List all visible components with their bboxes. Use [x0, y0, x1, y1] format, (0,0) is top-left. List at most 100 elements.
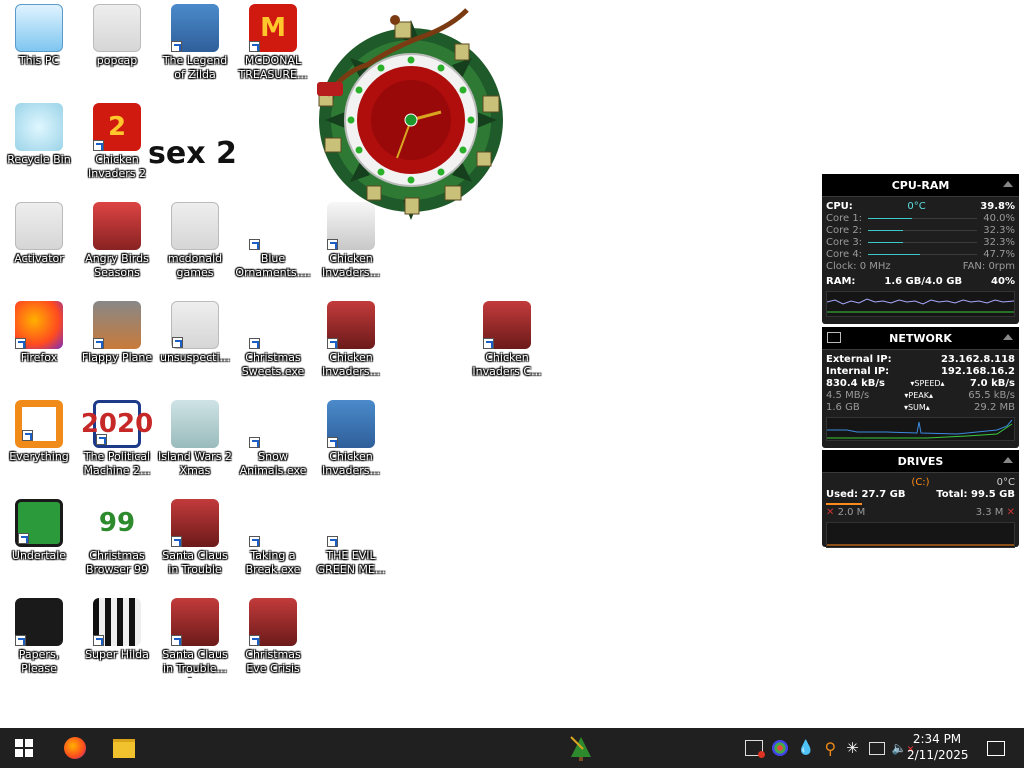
- shortcut-arrow-icon: [96, 434, 107, 445]
- shortcut-arrow-icon: [15, 635, 26, 646]
- core-percent: 40.0%: [983, 213, 1015, 224]
- sum-up: 29.2 MB: [974, 402, 1015, 413]
- desktop-icon[interactable]: Taking a Break.exe: [234, 495, 312, 591]
- speed-up: 7.0 kB/s: [969, 378, 1015, 389]
- chicken-invaders-icon: [327, 301, 375, 349]
- desktop-icon[interactable]: mcdonald games: [156, 198, 234, 294]
- desktop-icon[interactable]: Santa Claus in Trouble: [156, 495, 234, 591]
- icon-glyph-text: 2: [107, 112, 127, 142]
- desktop-icon[interactable]: Christmas Eve Crisis: [234, 594, 312, 690]
- collapse-caret-icon[interactable]: [1003, 334, 1013, 340]
- desktop-icon[interactable]: Blue Ornaments....: [234, 198, 312, 294]
- desktop-icon-label: Blue Ornaments....: [235, 252, 311, 279]
- desktop-icon[interactable]: Recycle Bin: [0, 99, 78, 195]
- network-header[interactable]: NETWORK: [822, 327, 1019, 350]
- taskbar-clock[interactable]: 2:34 PM 2/11/2025: [907, 731, 969, 763]
- desktop-icon[interactable]: Papers, Please: [0, 594, 78, 690]
- tray-search-icon[interactable]: ⚲: [824, 739, 836, 758]
- core-label: Core 4:: [826, 249, 863, 260]
- folder-icon: [113, 738, 135, 758]
- ram-label: RAM:: [826, 276, 856, 287]
- desktop-icon-label: Activator: [14, 252, 64, 265]
- desktop-icon[interactable]: Firefox: [0, 297, 78, 393]
- taskbar-firefox-button[interactable]: [55, 732, 95, 764]
- shortcut-arrow-icon: [327, 239, 338, 250]
- desktop-icon[interactable]: This PC: [0, 0, 78, 96]
- cpu-ram-header[interactable]: CPU-RAM: [822, 174, 1019, 197]
- folder-icon: [171, 202, 219, 250]
- desktop-icon[interactable]: Chicken Invaders...: [312, 396, 390, 492]
- taskbar-file-explorer-button[interactable]: [104, 732, 144, 764]
- external-ip-label: External IP:: [826, 354, 892, 365]
- internal-ip-label: Internal IP:: [826, 366, 890, 377]
- chicken-invaders-icon: [483, 301, 531, 349]
- drives-widget: DRIVES (C:) 0°C Used: 27.7 GB Total: 99.5…: [822, 450, 1019, 548]
- icon-glyph-text: M: [260, 13, 286, 43]
- cpu-core-row: Core 1: 40.0%: [822, 213, 1019, 225]
- collapse-caret-icon[interactable]: [1003, 181, 1013, 187]
- peak-up: 65.5 kB/s: [968, 390, 1015, 401]
- desktop-icon[interactable]: Flappy Plane: [78, 297, 156, 393]
- desktop-icon[interactable]: Angry Birds Seasons: [78, 198, 156, 294]
- angry-birds-icon: [93, 202, 141, 250]
- shortcut-arrow-icon: [249, 239, 260, 250]
- desktop-icon[interactable]: Super Hilda: [78, 594, 156, 690]
- desktop-icon[interactable]: 99 Christmas Browser 99: [78, 495, 156, 591]
- desktop-icon[interactable]: The Legend of Zilda: [156, 0, 234, 96]
- shortcut-arrow-icon: [15, 338, 26, 349]
- tray-paint-icon[interactable]: [772, 740, 788, 756]
- desktop-icon[interactable]: M MCDONAL TREASURE...: [234, 0, 312, 96]
- shortcut-arrow-icon: [327, 536, 338, 547]
- desktop-icon[interactable]: Activator: [0, 198, 78, 294]
- desktop-icon[interactable]: Snow Animals.exe: [234, 396, 312, 492]
- ram-usage: 1.6 GB/4.0 GB: [884, 276, 963, 287]
- desktop-icon[interactable]: unsuspecti...: [156, 297, 234, 393]
- desktop-icon[interactable]: Everything: [0, 396, 78, 492]
- desktop-icon[interactable]: popcap: [78, 0, 156, 96]
- cpu-fan: FAN: 0rpm: [962, 261, 1015, 272]
- desktop-icon-label: The Legend of Zilda: [162, 54, 228, 81]
- cpu-percent: 39.8%: [980, 201, 1015, 212]
- clock-date: 2/11/2025: [907, 748, 969, 762]
- ornament-icon: [249, 202, 297, 250]
- desktop-icon-label: Christmas Browser 99: [85, 549, 149, 576]
- christmas-clock-gadget[interactable]: [307, 0, 522, 228]
- desktop-icon[interactable]: THE EVIL GREEN ME...: [312, 495, 390, 591]
- tray-app-icon[interactable]: [745, 740, 765, 758]
- desktop-icon[interactable]: 2020 The Political Machine 2...: [78, 396, 156, 492]
- tray-snowflake-icon[interactable]: ✳: [846, 739, 859, 757]
- desktop-icon-label: Christmas Eve Crisis: [245, 648, 301, 675]
- taskbar-christmas-tree-button[interactable]: [561, 732, 601, 764]
- desktop-icon-label: Chicken Invaders C...: [472, 351, 542, 378]
- tray-network-icon[interactable]: [868, 741, 885, 755]
- desktop-icon[interactable]: Undertale: [0, 495, 78, 591]
- icon-glyph-text: 99: [98, 508, 136, 538]
- desktop-icon[interactable]: Santa Claus in Trouble... A...: [156, 594, 234, 690]
- everything-search-icon: [15, 400, 63, 448]
- monitor-icon: [827, 332, 841, 343]
- collapse-caret-icon[interactable]: [1003, 457, 1013, 463]
- desktop-icon-label: Christmas Sweets.exe: [241, 351, 305, 378]
- desktop-icon-label: Papers, Please: [18, 648, 60, 675]
- desktop-icon[interactable]: Chicken Invaders C...: [468, 297, 546, 393]
- tray-droplet-icon[interactable]: 💧: [797, 740, 814, 756]
- desktop-icon-label: Flappy Plane: [81, 351, 153, 364]
- shortcut-arrow-icon: [171, 41, 182, 52]
- drive-read: 2.0 M: [837, 507, 866, 518]
- start-button[interactable]: [4, 732, 44, 764]
- ram-percent: 40%: [991, 276, 1015, 287]
- desktop-icon-label: Chicken Invaders...: [322, 450, 380, 477]
- messenger-icon: [327, 499, 375, 547]
- desktop-icon-label: Chicken Invaders...: [322, 252, 380, 279]
- desktop-icon[interactable]: Christmas Sweets.exe: [234, 297, 312, 393]
- desktop-icon[interactable]: 2 Chicken Invaders 2: [78, 99, 156, 195]
- notification-center-button[interactable]: [976, 732, 1016, 764]
- shortcut-arrow-icon: [249, 338, 260, 349]
- santa-icon: [171, 598, 219, 646]
- desktop-icon[interactable]: Chicken Invaders...: [312, 297, 390, 393]
- cpu-core-row: Core 3: 32.3%: [822, 237, 1019, 249]
- santa-icon: [249, 598, 297, 646]
- desktop-icon-label: popcap: [96, 54, 138, 67]
- drives-header[interactable]: DRIVES: [822, 450, 1019, 473]
- desktop-icon[interactable]: Island Wars 2 Xmas: [156, 396, 234, 492]
